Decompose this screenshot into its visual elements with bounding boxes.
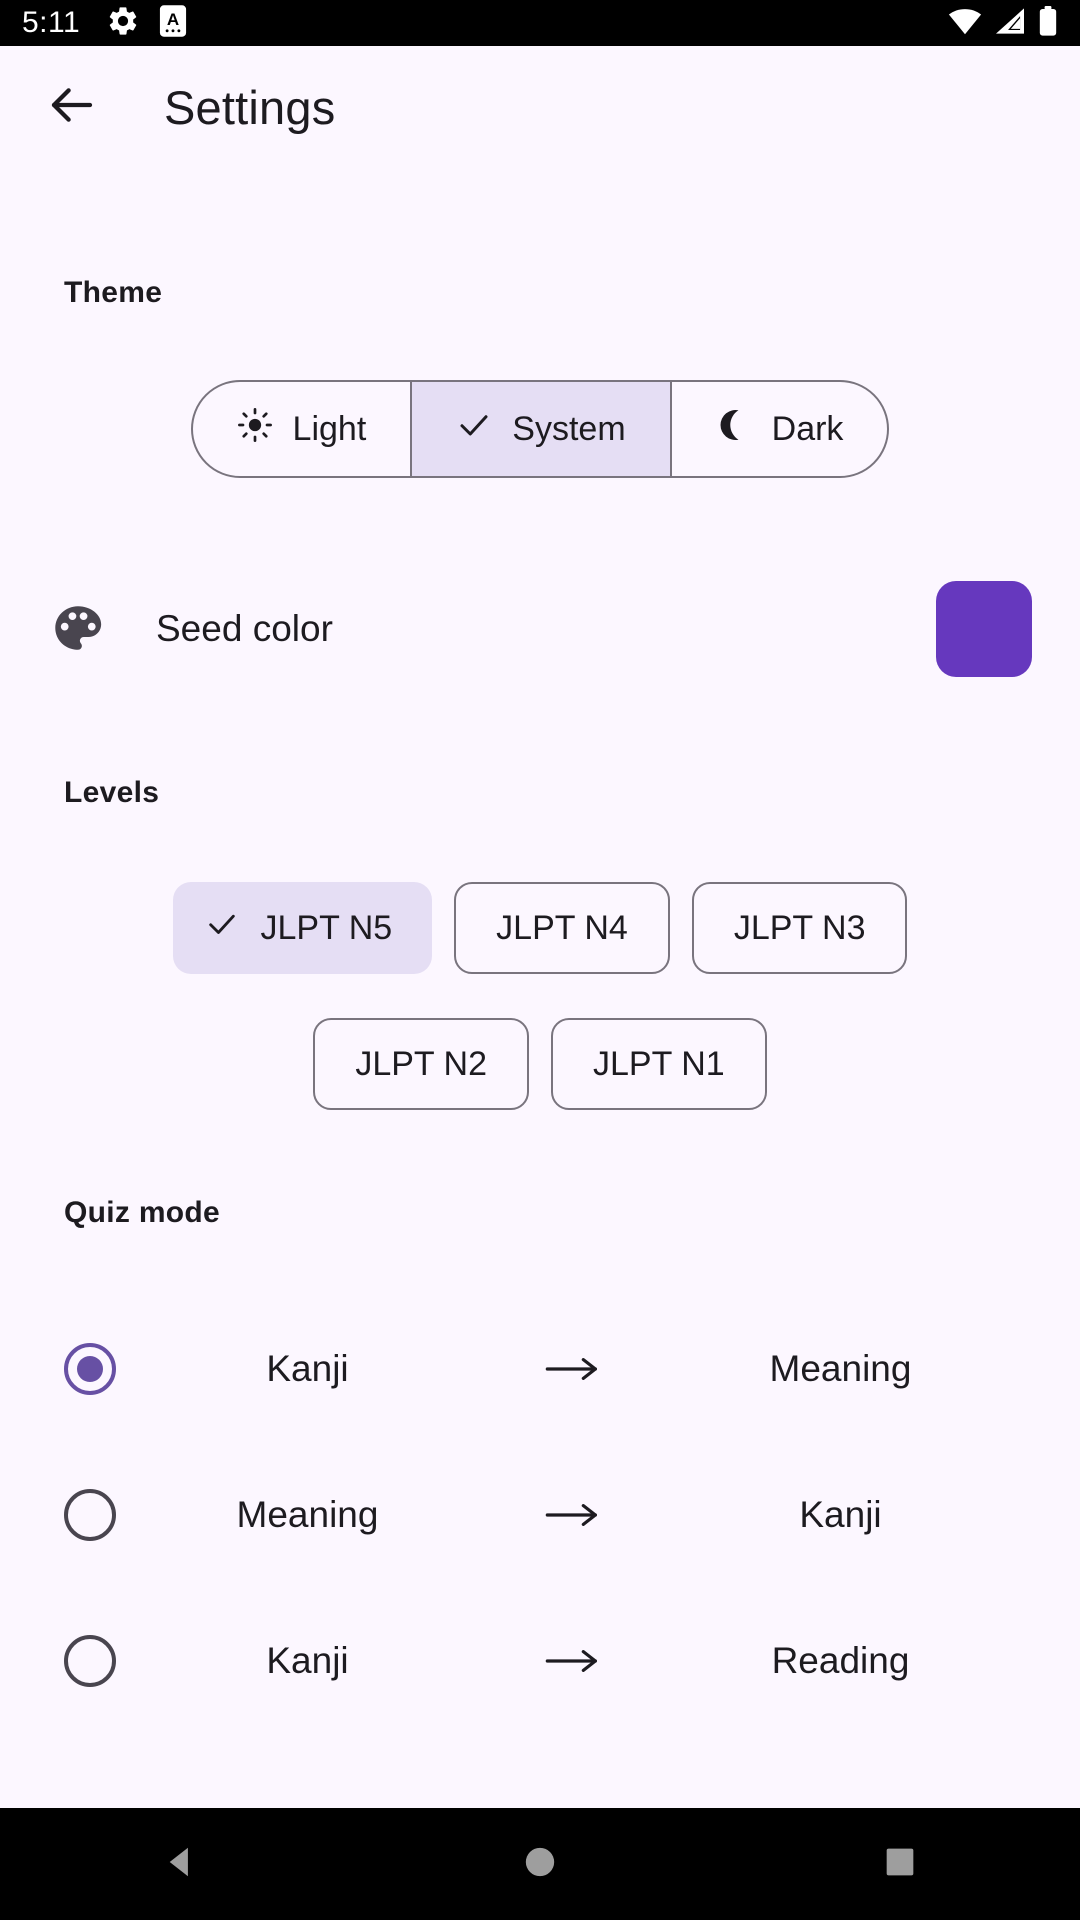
quiz-mode-option-from: Kanji xyxy=(266,1640,349,1681)
cellular-signal-icon xyxy=(994,7,1026,40)
arrow-right-icon xyxy=(499,1352,649,1386)
page-title: Settings xyxy=(164,80,336,134)
seed-color-swatch[interactable] xyxy=(936,581,1032,677)
theme-segment-light[interactable]: Light xyxy=(193,382,413,476)
quiz-mode-option-body: Meaning Kanji xyxy=(116,1494,1032,1536)
quiz-mode-option-from: Kanji xyxy=(266,1348,349,1389)
levels-chip-row-2: JLPT N2 JLPT N1 xyxy=(0,1018,1080,1110)
theme-segmented-control: Light System Dark xyxy=(0,380,1080,478)
moon-icon xyxy=(716,407,752,452)
status-left-icons: A xyxy=(106,4,188,43)
theme-segment-system[interactable]: System xyxy=(412,382,672,476)
quiz-mode-option-to: Kanji xyxy=(799,1494,882,1535)
quiz-mode-option-kanji-reading[interactable]: Kanji Reading xyxy=(0,1588,1080,1734)
back-arrow-icon xyxy=(45,78,99,137)
theme-segment-dark[interactable]: Dark xyxy=(672,382,888,476)
radio-button-selected-icon[interactable] xyxy=(64,1343,116,1395)
theme-segment-dark-label: Dark xyxy=(771,409,844,448)
recents-square-icon xyxy=(884,1846,916,1883)
svg-text:A: A xyxy=(167,9,179,28)
levels-chip-row-1: JLPT N5 JLPT N4 JLPT N3 xyxy=(0,882,1080,974)
seed-color-label: Seed color xyxy=(156,608,333,649)
level-chip-jlpt-n5[interactable]: JLPT N5 xyxy=(172,882,433,974)
arrow-right-icon xyxy=(499,1644,649,1678)
nav-back-button[interactable] xyxy=(120,1808,240,1920)
radio-button-icon[interactable] xyxy=(64,1635,116,1687)
quiz-mode-option-body: Kanji Reading xyxy=(116,1640,1032,1682)
level-chip-jlpt-n4[interactable]: JLPT N4 xyxy=(454,882,670,974)
settings-gear-icon xyxy=(106,4,140,43)
level-chip-jlpt-n3[interactable]: JLPT N3 xyxy=(691,882,908,974)
quiz-mode-option-to: Meaning xyxy=(769,1348,912,1389)
accessibility-a-icon: A xyxy=(158,4,188,43)
level-chip-jlpt-n3-label: JLPT N3 xyxy=(733,908,866,947)
level-chip-jlpt-n2[interactable]: JLPT N2 xyxy=(313,1018,529,1110)
check-icon xyxy=(456,407,492,452)
palette-icon xyxy=(48,599,108,659)
quiz-mode-option-kanji-meaning[interactable]: Kanji Meaning xyxy=(0,1296,1080,1442)
level-chip-jlpt-n1-label: JLPT N1 xyxy=(593,1044,725,1083)
sun-icon xyxy=(237,407,273,452)
theme-section-label: Theme xyxy=(64,276,163,309)
quiz-mode-option-from: Meaning xyxy=(236,1494,379,1535)
status-right-icons xyxy=(948,5,1058,41)
back-button[interactable] xyxy=(24,59,120,155)
wifi-icon xyxy=(948,7,982,40)
theme-segment-system-label: System xyxy=(512,409,626,448)
theme-segment-light-label: Light xyxy=(292,409,367,448)
status-clock: 5:11 xyxy=(22,6,81,39)
level-chip-jlpt-n5-label: JLPT N5 xyxy=(260,908,393,947)
android-navigation-bar xyxy=(0,1808,1080,1920)
settings-screen: 5:11 A Settings Theme Light System Dark … xyxy=(0,0,1080,1920)
quiz-mode-option-to: Reading xyxy=(771,1640,910,1681)
nav-recents-button[interactable] xyxy=(840,1808,960,1920)
level-chip-jlpt-n4-label: JLPT N4 xyxy=(496,908,628,947)
quiz-mode-option-meaning-kanji[interactable]: Meaning Kanji xyxy=(0,1442,1080,1588)
level-chip-jlpt-n1[interactable]: JLPT N1 xyxy=(551,1018,767,1110)
check-icon xyxy=(205,907,239,950)
levels-section-label: Levels xyxy=(64,776,160,809)
back-triangle-icon xyxy=(161,1843,199,1886)
quiz-mode-option-body: Kanji Meaning xyxy=(116,1348,1032,1390)
status-bar: 5:11 A xyxy=(0,0,1080,46)
nav-home-button[interactable] xyxy=(480,1808,600,1920)
app-bar: Settings xyxy=(0,46,1080,168)
settings-content: Theme Light System Dark Seed color Level… xyxy=(0,168,1080,1808)
home-circle-icon xyxy=(523,1845,557,1884)
level-chip-jlpt-n2-label: JLPT N2 xyxy=(355,1044,487,1083)
quiz-mode-section-label: Quiz mode xyxy=(64,1196,221,1229)
seed-color-row[interactable]: Seed color xyxy=(0,564,1080,694)
arrow-right-icon xyxy=(499,1498,649,1532)
battery-icon xyxy=(1038,5,1058,41)
radio-button-icon[interactable] xyxy=(64,1489,116,1541)
